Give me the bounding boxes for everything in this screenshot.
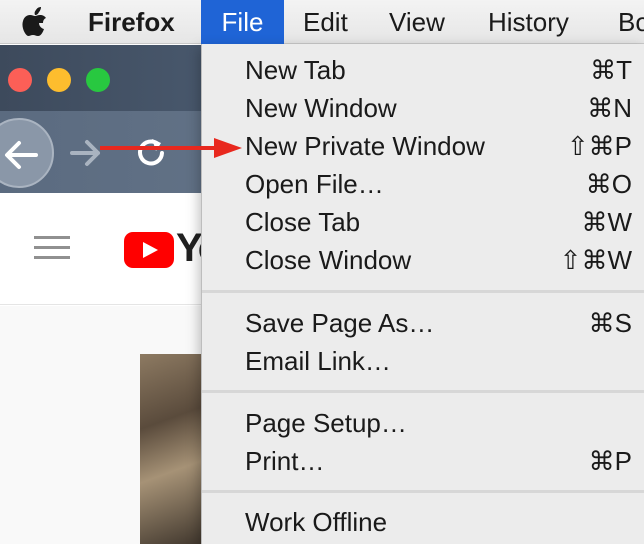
menu-item-shortcut: ⌘P [588, 446, 632, 476]
app-menu-firefox[interactable]: Firefox [88, 0, 175, 44]
menu-file[interactable]: File [201, 0, 284, 44]
menu-separator [202, 290, 644, 293]
menu-history[interactable]: History [488, 0, 569, 44]
menu-item-label: Print… [245, 446, 325, 476]
menu-item-new-tab[interactable]: New Tab ⌘T [202, 51, 644, 89]
menu-item-email-link[interactable]: Email Link… [202, 342, 644, 380]
menu-view[interactable]: View [389, 0, 445, 44]
menu-item-new-private-window[interactable]: New Private Window ⇧⌘P [202, 127, 644, 165]
menu-item-work-offline[interactable]: Work Offline [202, 503, 644, 541]
menu-item-new-window[interactable]: New Window ⌘N [202, 89, 644, 127]
menu-bookmarks[interactable]: Bo [618, 0, 644, 44]
menu-item-page-setup[interactable]: Page Setup… [202, 404, 644, 442]
menu-item-label: New Tab [245, 55, 346, 85]
menu-item-print[interactable]: Print… ⌘P [202, 442, 644, 480]
menu-item-label: Email Link… [245, 346, 391, 376]
video-thumbnail[interactable] [140, 354, 210, 544]
menu-item-label: New Window [245, 93, 397, 123]
menu-item-label: New Private Window [245, 131, 485, 161]
file-menu-dropdown: New Tab ⌘T New Window ⌘N New Private Win… [201, 44, 644, 544]
menu-item-label: Close Window [245, 245, 412, 275]
menu-item-label: Work Offline [245, 507, 388, 537]
back-button[interactable] [0, 118, 54, 188]
menu-item-shortcut: ⌘T [590, 55, 632, 85]
annotation-arrow-icon [100, 138, 242, 158]
menu-item-open-file[interactable]: Open File… ⌘O [202, 165, 644, 203]
menu-item-shortcut: ⇧⌘W [559, 245, 632, 275]
menu-item-label: Close Tab [245, 207, 361, 237]
menu-item-save-page-as[interactable]: Save Page As… ⌘S [202, 304, 644, 342]
menu-item-shortcut: ⌘S [588, 308, 632, 338]
menu-bar: Firefox File Edit View History Bo [0, 0, 644, 44]
menu-item-shortcut: ⌘W [581, 207, 632, 237]
menu-item-label: Open File… [245, 169, 384, 199]
menu-item-shortcut: ⌘N [587, 93, 632, 123]
menu-item-label: Save Page As… [245, 308, 435, 338]
menu-item-label: Page Setup… [245, 408, 407, 438]
apple-icon[interactable] [22, 0, 52, 44]
menu-separator [202, 490, 644, 493]
menu-item-close-window[interactable]: Close Window ⇧⌘W [202, 241, 644, 279]
menu-separator [202, 390, 644, 393]
youtube-logo-icon[interactable] [124, 232, 174, 273]
menu-item-shortcut: ⌘O [585, 169, 632, 199]
forward-button[interactable] [66, 134, 104, 172]
hamburger-menu-icon[interactable] [34, 234, 70, 262]
close-window-button[interactable] [8, 68, 32, 92]
menu-item-shortcut: ⇧⌘P [566, 131, 632, 161]
arrow-left-icon [5, 141, 38, 169]
arrow-right-icon [70, 140, 100, 166]
menu-edit[interactable]: Edit [303, 0, 348, 44]
minimize-window-button[interactable] [47, 68, 71, 92]
menu-item-close-tab[interactable]: Close Tab ⌘W [202, 203, 644, 241]
zoom-window-button[interactable] [86, 68, 110, 92]
